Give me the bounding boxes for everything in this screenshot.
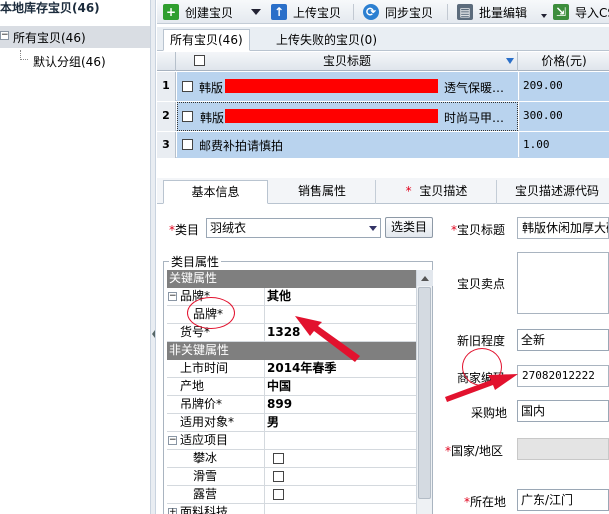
- annotation-arrows: [295, 316, 518, 402]
- annotation-arrow: [445, 374, 518, 402]
- annotation-arrow: [295, 316, 360, 362]
